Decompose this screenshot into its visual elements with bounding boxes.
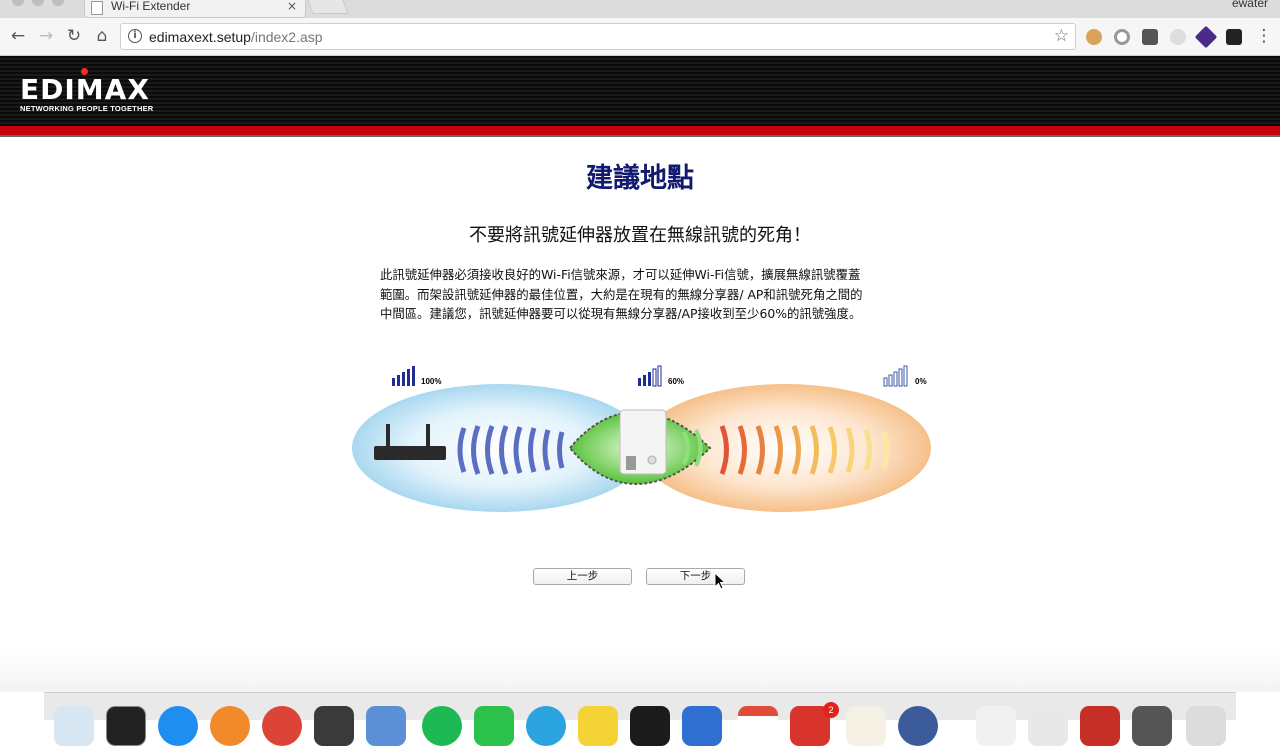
grey-extension-icon[interactable] (1170, 29, 1186, 45)
address-bar[interactable]: i edimaxext.setup/index2.asp ☆ (120, 23, 1076, 50)
telegram-icon[interactable] (526, 706, 566, 746)
terminal-icon[interactable] (106, 706, 146, 746)
home-icon[interactable]: ⌂ (92, 26, 112, 46)
browser-tab[interactable]: Wi-Fi Extender × (84, 0, 306, 18)
url-host: edimaxext.setup (149, 29, 251, 45)
description-line-3: 中間區。建議您，訊號延伸器要可以從現有無線分享器/AP接收到至少60%的訊號強度… (380, 306, 862, 321)
extender-device-icon (619, 409, 667, 475)
page-title: 建議地點 (586, 163, 694, 194)
spotify-icon[interactable] (422, 706, 462, 746)
orange-app-icon[interactable] (210, 706, 250, 746)
purple-extension-icon[interactable] (1194, 25, 1218, 49)
signal-bars-empty-icon (883, 365, 908, 387)
placement-diagram: 100% 60% 0% (350, 360, 934, 520)
tab-strip: Wi-Fi Extender × ewater (0, 0, 1280, 18)
trash-icon[interactable] (1186, 706, 1226, 746)
pen-app-icon[interactable] (846, 706, 886, 746)
header-red-bar (0, 126, 1280, 137)
minimize-window-button[interactable] (32, 0, 44, 6)
back-icon[interactable]: ← (8, 26, 28, 46)
pdf-icon[interactable] (1080, 706, 1120, 746)
page-bottom-fade (0, 650, 1280, 692)
url-path: /index2.asp (250, 29, 323, 45)
description-line-1: 此訊號延伸器必須接收良好的Wi-Fi信號來源，才可以延伸Wi-Fi信號，擴展無線… (380, 267, 861, 282)
mask-extension-icon[interactable] (1226, 29, 1242, 45)
signal-label-partial: 60% (668, 377, 685, 386)
tab-title: Wi-Fi Extender (111, 0, 191, 13)
new-tab-button[interactable] (307, 0, 349, 14)
network-app-icon[interactable] (898, 706, 938, 746)
screen-app-icon[interactable] (1132, 706, 1172, 746)
zoom-window-button[interactable] (52, 0, 64, 6)
site-header: EDIMAX NETWORKING PEOPLE TOGETHER (0, 56, 1280, 126)
finder-icon[interactable] (54, 706, 94, 746)
notification-badge: 2 (823, 702, 839, 718)
image-stack-icon[interactable] (1028, 706, 1068, 746)
calendar-icon[interactable] (738, 706, 778, 746)
mouse-cursor-icon (714, 572, 726, 590)
page-icon (91, 1, 103, 15)
logo-dot (81, 68, 88, 75)
bookmark-star-icon[interactable]: ☆ (1054, 26, 1069, 46)
description: 此訊號延伸器必須接收良好的Wi-Fi信號來源，才可以延伸Wi-Fi信號，擴展無線… (380, 265, 905, 324)
signal-label-empty: 0% (915, 377, 927, 386)
chrome-icon[interactable] (262, 706, 302, 746)
tab-close-icon[interactable]: × (287, 0, 297, 12)
sublime-icon[interactable] (314, 706, 354, 746)
signal-bars-full-icon (392, 366, 415, 386)
pycharm-icon[interactable] (630, 706, 670, 746)
line-icon[interactable] (474, 706, 514, 746)
forward-icon[interactable]: → (36, 26, 56, 46)
blue-app-icon[interactable] (682, 706, 722, 746)
circle-extension-icon[interactable] (1114, 29, 1130, 45)
signal-label-full: 100% (421, 377, 442, 386)
logo-tagline: NETWORKING PEOPLE TOGETHER (20, 104, 154, 113)
stickies-icon[interactable] (578, 706, 618, 746)
app-store-icon[interactable] (158, 706, 198, 746)
browser-toolbar: ← → ↻ ⌂ i edimaxext.setup/index2.asp ☆ ⋮ (0, 18, 1280, 56)
profile-name[interactable]: ewater (1232, 0, 1268, 10)
signal-bars-partial-icon (638, 365, 662, 387)
page-subtitle: 不要將訊號延伸器放置在無線訊號的死角！ (469, 225, 811, 246)
evernote-extension-icon[interactable] (1142, 29, 1158, 45)
next-step-button[interactable]: 下一步 (646, 568, 745, 585)
preview-icon[interactable] (366, 706, 406, 746)
description-line-2: 範圍。而架設訊號延伸器的最佳位置，大約是在現有的無線分享器/ AP和訊號死角之間… (380, 286, 863, 302)
cookie-extension-icon[interactable] (1086, 29, 1102, 45)
reload-icon[interactable]: ↻ (64, 26, 84, 46)
info-icon[interactable]: i (128, 29, 142, 43)
prev-step-button[interactable]: 上一步 (533, 568, 632, 585)
url-text: edimaxext.setup/index2.asp (149, 29, 323, 45)
menu-icon[interactable]: ⋮ (1254, 26, 1274, 46)
document-icon[interactable] (976, 706, 1016, 746)
edimax-logo: EDIMAX (20, 73, 150, 106)
close-window-button[interactable] (12, 0, 24, 6)
